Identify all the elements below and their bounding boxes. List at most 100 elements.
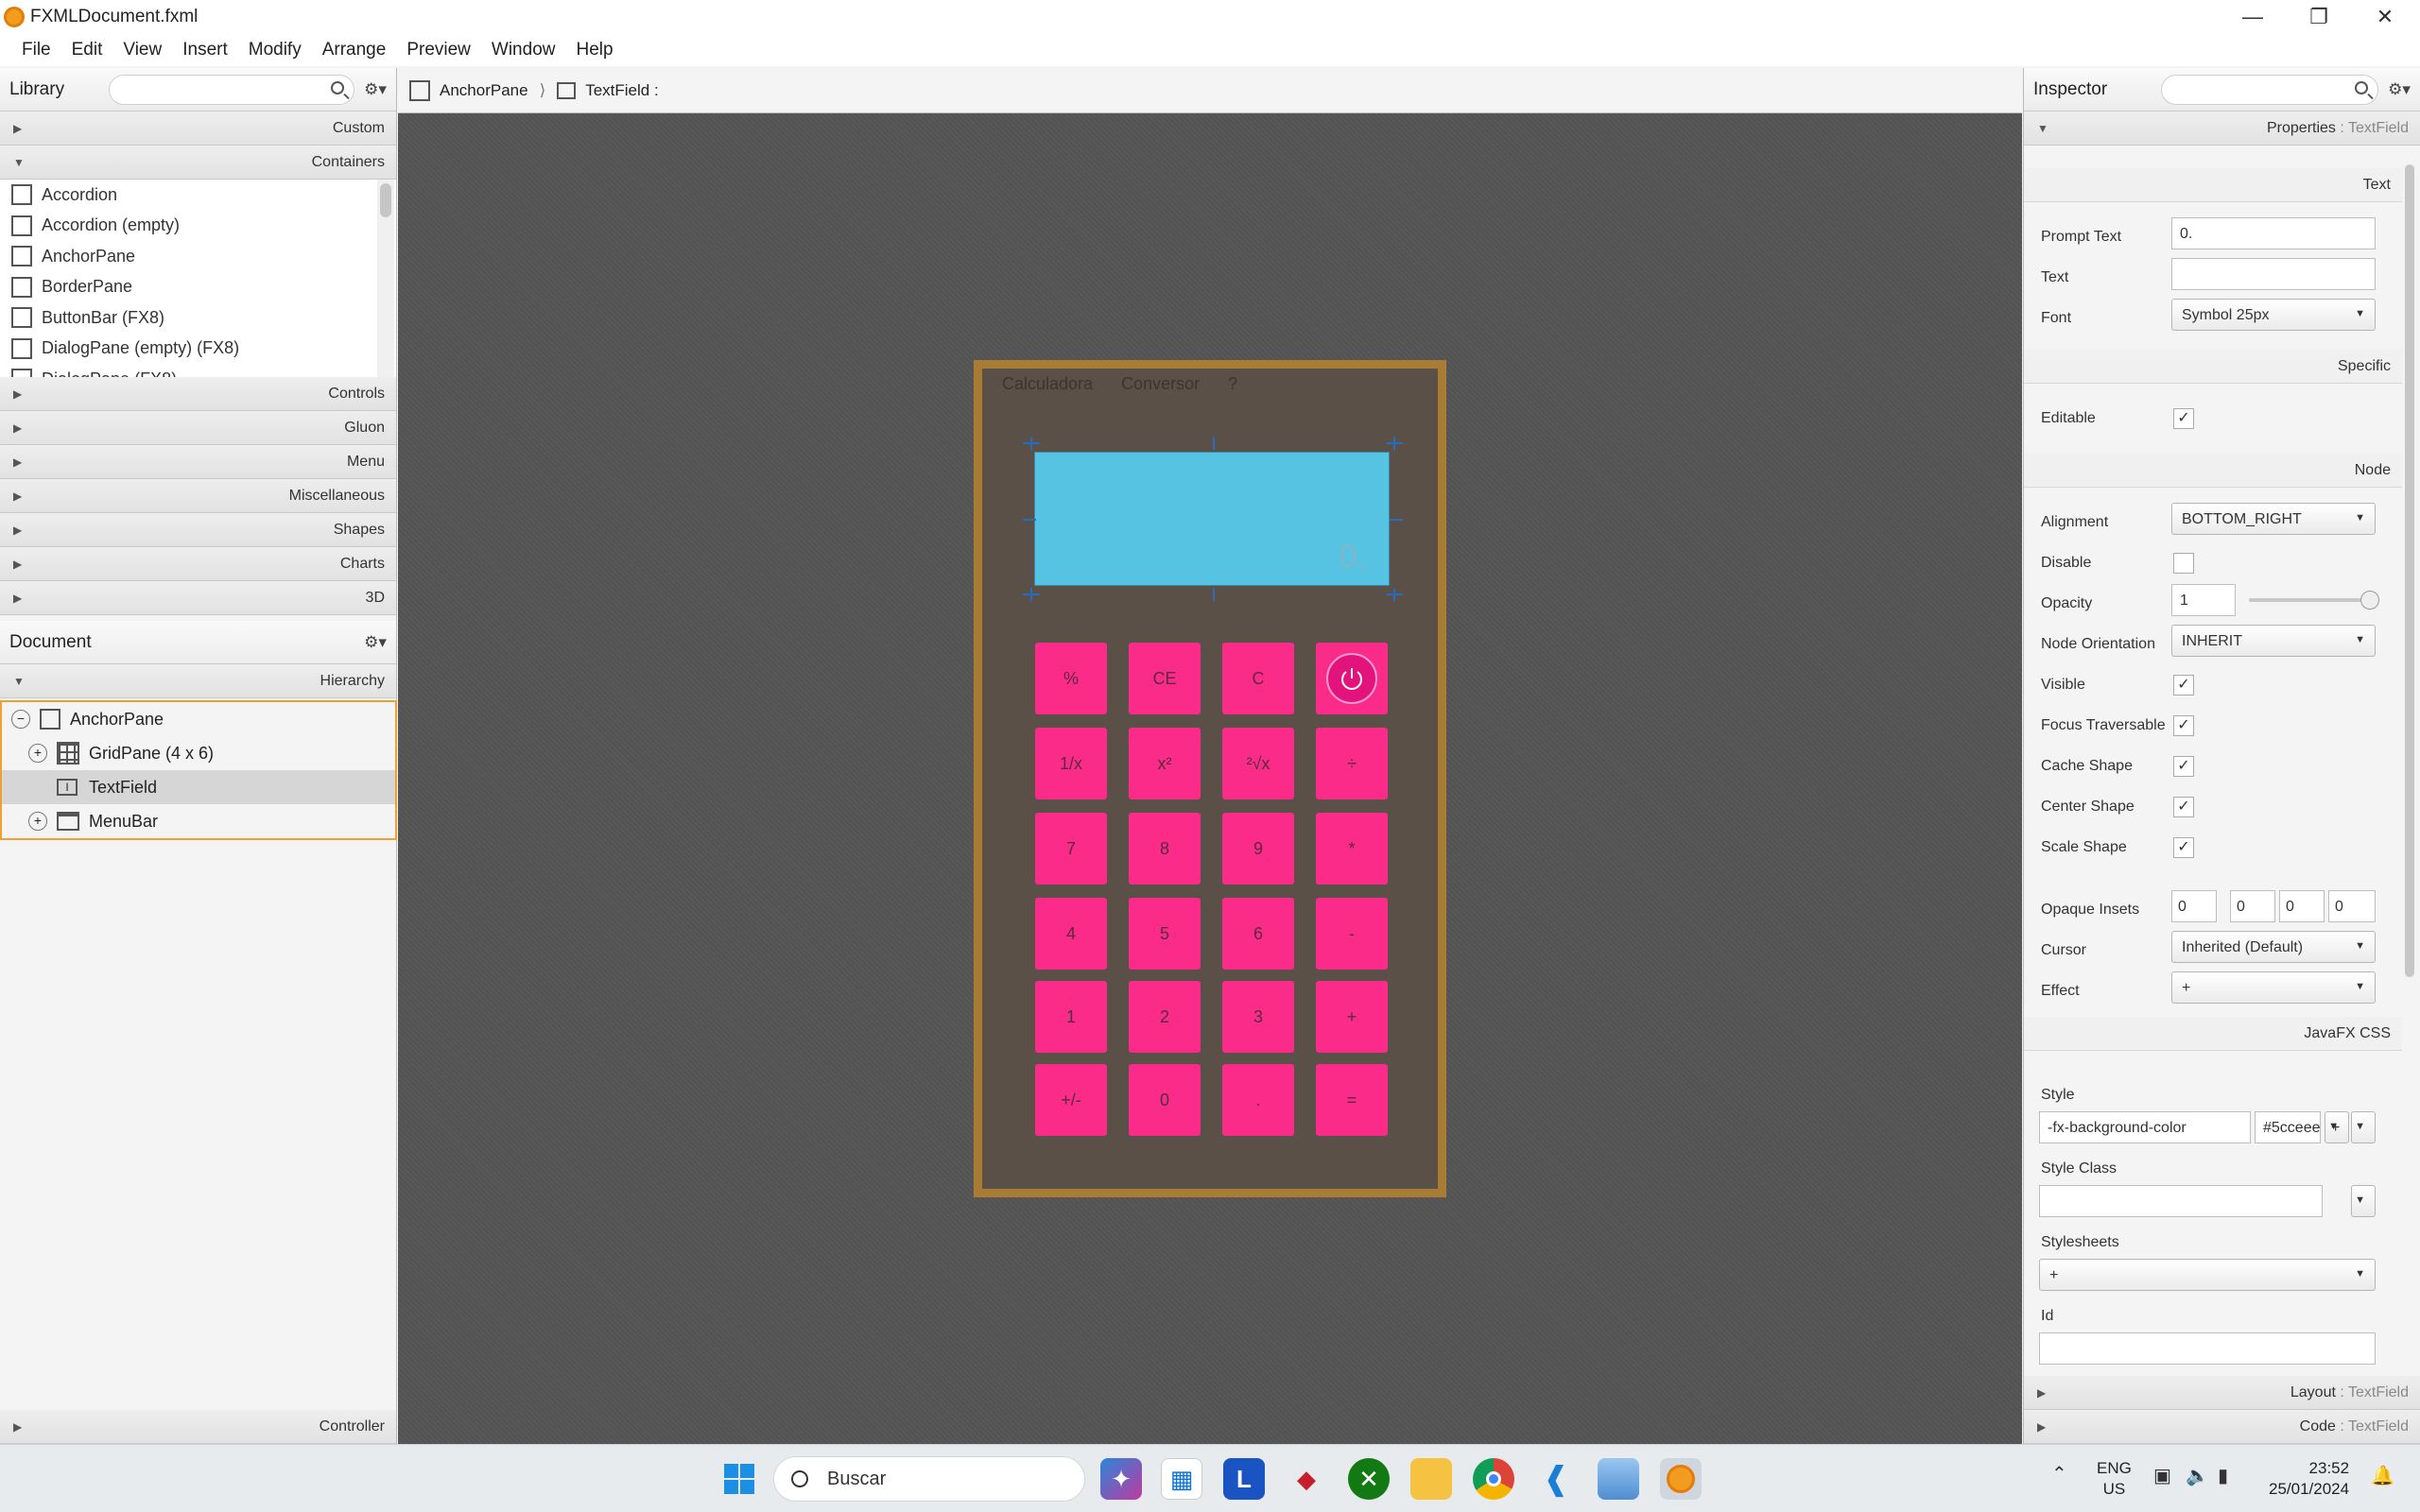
key-multiply[interactable]: * <box>1316 813 1388 885</box>
tree-item-textfield[interactable]: I TextField <box>2 770 395 804</box>
expand-icon[interactable]: + <box>28 744 47 763</box>
store-icon[interactable]: ▦ <box>1161 1458 1202 1500</box>
key-minus[interactable]: - <box>1316 898 1388 970</box>
scale-shape-checkbox[interactable]: ✓ <box>2173 837 2194 858</box>
inset-bottom-field[interactable]: 0 <box>2279 890 2325 922</box>
menu-insert[interactable]: Insert <box>182 40 228 60</box>
close-icon[interactable]: ✕ <box>2354 0 2416 34</box>
network-icon[interactable]: ▣ <box>2153 1464 2171 1487</box>
inset-right-field[interactable]: 0 <box>2230 890 2275 922</box>
code-section-header[interactable]: ▶ Code : TextField <box>2024 1410 2420 1444</box>
notification-bell-icon[interactable]: 🔔 <box>2371 1464 2394 1487</box>
xbox-icon[interactable]: ✕ <box>1348 1458 1390 1500</box>
document-gear-icon[interactable]: ⚙▾ <box>364 633 387 652</box>
menu-help[interactable]: Help <box>576 40 613 60</box>
key-negate[interactable]: +/- <box>1035 1064 1107 1136</box>
selection-handle[interactable] <box>1213 588 1215 601</box>
restore-icon[interactable]: ❐ <box>2288 0 2350 34</box>
slider-thumb[interactable] <box>2360 591 2379 610</box>
list-item[interactable]: ButtonBar (FX8) <box>0 302 396 334</box>
key-8[interactable]: 8 <box>1129 813 1201 885</box>
style-add-button[interactable]: + <box>2325 1111 2349 1143</box>
taskbar-search-input[interactable]: Buscar <box>773 1456 1085 1502</box>
controller-section[interactable]: ▶ Controller <box>0 1410 396 1444</box>
inspector-scrollbar[interactable] <box>2405 155 2416 1365</box>
library-section-menu[interactable]: ▶ Menu <box>0 445 396 479</box>
style-property-field[interactable]: -fx-background-color <box>2039 1111 2251 1143</box>
key-percent[interactable]: % <box>1035 643 1107 714</box>
menu-modify[interactable]: Modify <box>249 40 302 60</box>
list-item[interactable]: Accordion <box>0 180 396 211</box>
selection-handle[interactable] <box>1393 588 1395 601</box>
list-item[interactable]: DialogPane (FX8) <box>0 364 396 377</box>
key-square[interactable]: x² <box>1129 728 1201 799</box>
tree-item-gridpane[interactable]: + GridPane (4 x 6) <box>2 736 395 770</box>
key-reciprocal[interactable]: 1/x <box>1035 728 1107 799</box>
breadcrumb-root[interactable]: AnchorPane <box>440 81 528 100</box>
key-ce[interactable]: CE <box>1129 643 1201 714</box>
opacity-slider[interactable] <box>2249 591 2379 610</box>
expand-icon[interactable]: + <box>28 812 47 831</box>
library-section-shapes[interactable]: ▶ Shapes <box>0 513 396 547</box>
key-6[interactable]: 6 <box>1222 898 1294 970</box>
selection-handle[interactable] <box>1030 437 1032 450</box>
list-item[interactable]: BorderPane <box>0 272 396 303</box>
library-section-custom[interactable]: ▶ Custom <box>0 112 396 146</box>
orientation-select[interactable]: INHERIT <box>2171 625 2376 657</box>
library-section-controls[interactable]: ▶ Controls <box>0 377 396 411</box>
opacity-field[interactable]: 1 <box>2171 584 2236 616</box>
l-app-icon[interactable]: L <box>1223 1458 1265 1500</box>
library-section-gluon[interactable]: ▶ Gluon <box>0 411 396 445</box>
cache-shape-checkbox[interactable]: ✓ <box>2173 756 2194 777</box>
scenebuilder-taskbar-icon[interactable] <box>1660 1458 1702 1500</box>
hierarchy-section[interactable]: ▼ Hierarchy <box>0 664 396 698</box>
chrome-icon[interactable] <box>1473 1458 1514 1500</box>
library-section-charts[interactable]: ▶ Charts <box>0 547 396 581</box>
key-decimal[interactable]: . <box>1222 1064 1294 1136</box>
tree-item-anchorpane[interactable]: − AnchorPane <box>2 702 395 736</box>
library-search-input[interactable] <box>109 74 354 105</box>
selection-handle[interactable] <box>1023 519 1036 521</box>
key-5[interactable]: 5 <box>1129 898 1201 970</box>
selection-handle[interactable] <box>1213 437 1215 450</box>
style-menu-button[interactable] <box>2351 1111 2376 1143</box>
menu-preview[interactable]: Preview <box>406 40 471 60</box>
text-field[interactable] <box>2171 258 2376 290</box>
properties-section-header[interactable]: ▼ Properties : TextField <box>2024 112 2420 146</box>
inset-left-field[interactable]: 0 <box>2328 890 2376 922</box>
menu-window[interactable]: Window <box>492 40 556 60</box>
selection-handle[interactable] <box>1390 519 1403 521</box>
alignment-select[interactable]: BOTTOM_RIGHT <box>2171 503 2376 535</box>
key-power[interactable] <box>1316 643 1388 714</box>
calc-menu-conversor[interactable]: Conversor <box>1121 374 1200 394</box>
scrollbar-thumb[interactable] <box>380 183 391 217</box>
menu-arrange[interactable]: Arrange <box>322 40 387 60</box>
stylesheets-add-button[interactable]: + <box>2039 1259 2376 1291</box>
list-item[interactable]: DialogPane (empty) (FX8) <box>0 334 396 365</box>
key-7[interactable]: 7 <box>1035 813 1107 885</box>
key-equals[interactable]: = <box>1316 1064 1388 1136</box>
key-plus[interactable]: + <box>1316 981 1388 1053</box>
style-class-menu-button[interactable] <box>2351 1185 2376 1217</box>
key-9[interactable]: 9 <box>1222 813 1294 885</box>
clock[interactable]: 23:52 25/01/2024 <box>2269 1458 2349 1500</box>
collapse-icon[interactable]: − <box>11 710 30 729</box>
menu-file[interactable]: File <box>22 40 51 60</box>
menu-view[interactable]: View <box>123 40 162 60</box>
list-item[interactable]: Accordion (empty) <box>0 211 396 242</box>
style-class-field[interactable] <box>2039 1185 2323 1217</box>
breadcrumb-current[interactable]: TextField : <box>585 81 658 100</box>
selection-handle[interactable] <box>1030 588 1032 601</box>
effect-select[interactable]: + <box>2171 971 2376 1004</box>
key-divide[interactable]: ÷ <box>1316 728 1388 799</box>
layout-section-header[interactable]: ▶ Layout : TextField <box>2024 1376 2420 1410</box>
library-section-misc[interactable]: ▶ Miscellaneous <box>0 479 396 513</box>
library-section-3d[interactable]: ▶ 3D <box>0 581 396 615</box>
visible-checkbox[interactable]: ✓ <box>2173 675 2194 696</box>
windows-start-icon[interactable] <box>718 1458 760 1500</box>
calc-menu-help[interactable]: ? <box>1228 374 1237 394</box>
key-2[interactable]: 2 <box>1129 981 1201 1053</box>
key-sqrt[interactable]: ²√x <box>1222 728 1294 799</box>
list-scrollbar[interactable] <box>377 180 394 377</box>
font-select[interactable]: Symbol 25px <box>2171 299 2376 331</box>
